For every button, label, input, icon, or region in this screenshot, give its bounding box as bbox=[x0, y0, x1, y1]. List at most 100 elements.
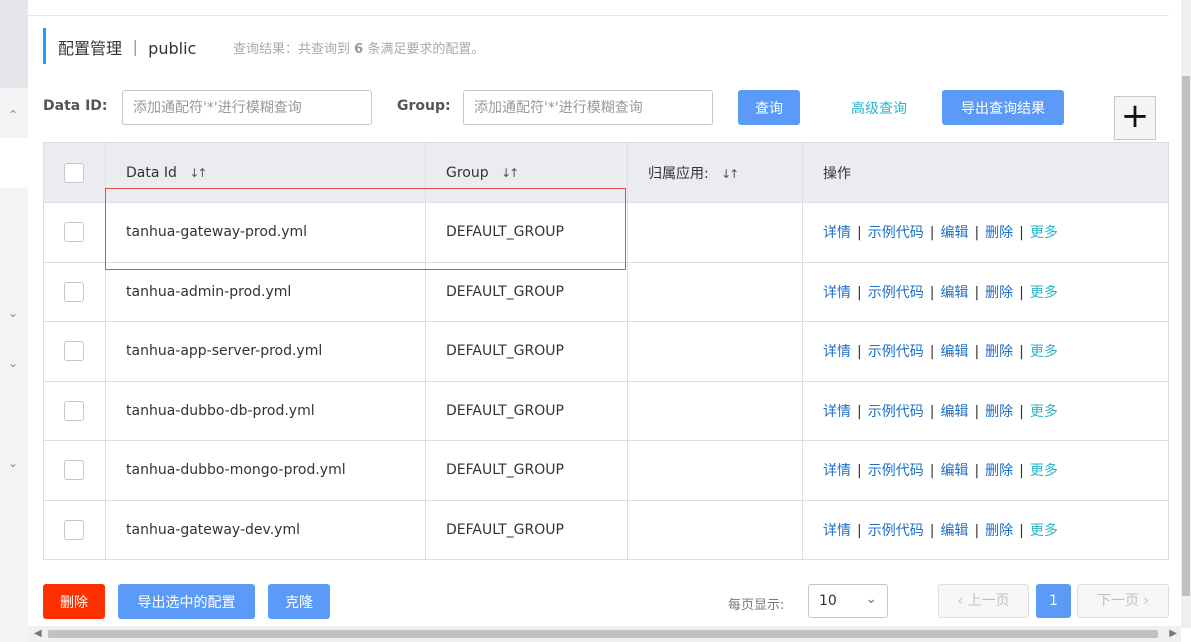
horizontal-scrollbar[interactable]: ◀ ▶ bbox=[28, 626, 1181, 642]
per-page-select[interactable]: 10 ⌄ bbox=[808, 584, 888, 618]
col-app-label: 归属应用: bbox=[648, 165, 709, 182]
edit-link[interactable]: 编辑 bbox=[940, 285, 968, 301]
chevron-up-icon[interactable]: ⌃ bbox=[6, 108, 20, 122]
more-link[interactable]: 更多 bbox=[1030, 344, 1058, 360]
op-separator: | bbox=[1019, 344, 1024, 361]
delete-link[interactable]: 删除 bbox=[985, 285, 1013, 301]
col-app[interactable]: 归属应用: ↓↑ bbox=[627, 142, 803, 203]
edit-link[interactable]: 编辑 bbox=[940, 463, 968, 479]
edit-link[interactable]: 编辑 bbox=[940, 225, 968, 241]
col-data-id[interactable]: Data Id ↓↑ bbox=[105, 142, 426, 203]
sort-icon[interactable]: ↓↑ bbox=[501, 166, 519, 180]
more-link[interactable]: 更多 bbox=[1030, 285, 1058, 301]
op-separator: | bbox=[1019, 403, 1024, 420]
sort-icon[interactable]: ↓↑ bbox=[721, 167, 739, 181]
vertical-scrollbar-thumb[interactable] bbox=[1182, 76, 1190, 596]
chevron-down-icon[interactable]: ⌄ bbox=[6, 356, 20, 370]
more-link[interactable]: 更多 bbox=[1030, 463, 1058, 479]
chevron-down-icon[interactable]: ⌄ bbox=[6, 456, 20, 470]
col-group[interactable]: Group ↓↑ bbox=[425, 142, 628, 203]
row-select-cell bbox=[43, 500, 106, 560]
detail-link[interactable]: 详情 bbox=[823, 523, 851, 539]
horizontal-scrollbar-thumb[interactable] bbox=[48, 630, 1158, 638]
select-all-checkbox[interactable] bbox=[64, 162, 84, 183]
row-checkbox[interactable] bbox=[64, 400, 84, 421]
edit-link[interactable]: 编辑 bbox=[940, 344, 968, 360]
sample-code-link[interactable]: 示例代码 bbox=[868, 285, 924, 301]
cell-group: DEFAULT_GROUP bbox=[425, 500, 628, 560]
op-separator: | bbox=[1019, 463, 1024, 480]
op-separator: | bbox=[974, 522, 980, 539]
op-separator: | bbox=[974, 284, 980, 301]
add-config-button[interactable]: + bbox=[1114, 96, 1156, 140]
scroll-left-arrow-icon[interactable]: ◀ bbox=[34, 628, 42, 639]
row-select-cell bbox=[43, 321, 106, 382]
next-page-button[interactable]: 下一页 › bbox=[1077, 584, 1169, 618]
data-id-input[interactable] bbox=[122, 90, 372, 125]
op-separator: | bbox=[929, 463, 935, 480]
more-link[interactable]: 更多 bbox=[1030, 404, 1058, 420]
edit-link[interactable]: 编辑 bbox=[940, 523, 968, 539]
scroll-right-arrow-icon[interactable]: ▶ bbox=[1169, 628, 1177, 639]
cell-data-id: tanhua-dubbo-db-prod.yml bbox=[105, 381, 426, 441]
op-separator: | bbox=[929, 284, 935, 301]
edit-link[interactable]: 编辑 bbox=[940, 404, 968, 420]
cell-group: DEFAULT_GROUP bbox=[425, 262, 628, 322]
detail-link[interactable]: 详情 bbox=[823, 225, 851, 241]
delete-link[interactable]: 删除 bbox=[985, 463, 1013, 479]
group-label: Group: bbox=[397, 98, 451, 114]
cell-data-id: tanhua-admin-prod.yml bbox=[105, 262, 426, 322]
prev-page-label: 上一页 bbox=[967, 593, 1010, 609]
per-page-label: 每页显示: bbox=[728, 598, 785, 613]
delete-link[interactable]: 删除 bbox=[985, 225, 1013, 241]
prev-page-button[interactable]: ‹ 上一页 bbox=[938, 584, 1029, 618]
cell-ops: 详情 | 示例代码 | 编辑 | 删除 | 更多 bbox=[802, 381, 1169, 441]
row-checkbox[interactable] bbox=[64, 281, 84, 302]
sample-code-link[interactable]: 示例代码 bbox=[868, 225, 924, 241]
export-results-button[interactable]: 导出查询结果 bbox=[942, 90, 1064, 125]
more-link[interactable]: 更多 bbox=[1030, 523, 1058, 539]
op-separator: | bbox=[974, 344, 980, 361]
table-header-row: Data Id ↓↑ Group ↓↑ 归属应用: ↓↑ 操作 bbox=[43, 142, 1169, 203]
sample-code-link[interactable]: 示例代码 bbox=[868, 344, 924, 360]
sidebar-band bbox=[0, 0, 28, 88]
sample-code-link[interactable]: 示例代码 bbox=[868, 463, 924, 479]
cell-data-id: tanhua-gateway-dev.yml bbox=[105, 500, 426, 560]
more-link[interactable]: 更多 bbox=[1030, 225, 1058, 241]
row-checkbox[interactable] bbox=[64, 460, 84, 481]
page-1-button[interactable]: 1 bbox=[1036, 584, 1071, 618]
delete-button[interactable]: 删除 bbox=[43, 584, 105, 619]
detail-link[interactable]: 详情 bbox=[823, 463, 851, 479]
delete-link[interactable]: 删除 bbox=[985, 404, 1013, 420]
row-checkbox[interactable] bbox=[64, 341, 84, 362]
table-row: tanhua-app-server-prod.yml DEFAULT_GROUP 详… bbox=[43, 321, 1169, 382]
vertical-scrollbar[interactable] bbox=[1181, 0, 1191, 628]
export-selected-button[interactable]: 导出选中的配置 bbox=[118, 584, 255, 619]
sort-icon[interactable]: ↓↑ bbox=[189, 166, 207, 180]
detail-link[interactable]: 详情 bbox=[823, 404, 851, 420]
row-select-cell bbox=[43, 381, 106, 441]
detail-link[interactable]: 详情 bbox=[823, 285, 851, 301]
title-accent-bar bbox=[43, 28, 46, 64]
delete-link[interactable]: 删除 bbox=[985, 523, 1013, 539]
op-separator: | bbox=[857, 463, 862, 480]
sample-code-link[interactable]: 示例代码 bbox=[868, 404, 924, 420]
row-checkbox[interactable] bbox=[64, 519, 84, 540]
group-input[interactable] bbox=[463, 90, 713, 125]
top-scroll-edge bbox=[28, 0, 1169, 16]
cell-app bbox=[627, 202, 803, 263]
clone-button[interactable]: 克隆 bbox=[268, 584, 330, 619]
chevron-left-icon: ‹ bbox=[957, 593, 964, 609]
chevron-down-icon[interactable]: ⌄ bbox=[6, 306, 20, 320]
row-select-cell bbox=[43, 262, 106, 322]
delete-link[interactable]: 删除 bbox=[985, 344, 1013, 360]
op-separator: | bbox=[929, 403, 935, 420]
query-button[interactable]: 查询 bbox=[738, 90, 800, 125]
sample-code-link[interactable]: 示例代码 bbox=[868, 523, 924, 539]
detail-link[interactable]: 详情 bbox=[823, 344, 851, 360]
data-id-label: Data ID: bbox=[43, 98, 108, 114]
advanced-query-link[interactable]: 高级查询 bbox=[851, 98, 907, 118]
row-checkbox[interactable] bbox=[64, 222, 84, 243]
op-separator: | bbox=[857, 284, 862, 301]
table-row: tanhua-dubbo-mongo-prod.yml DEFAULT_GROUP… bbox=[43, 440, 1169, 501]
